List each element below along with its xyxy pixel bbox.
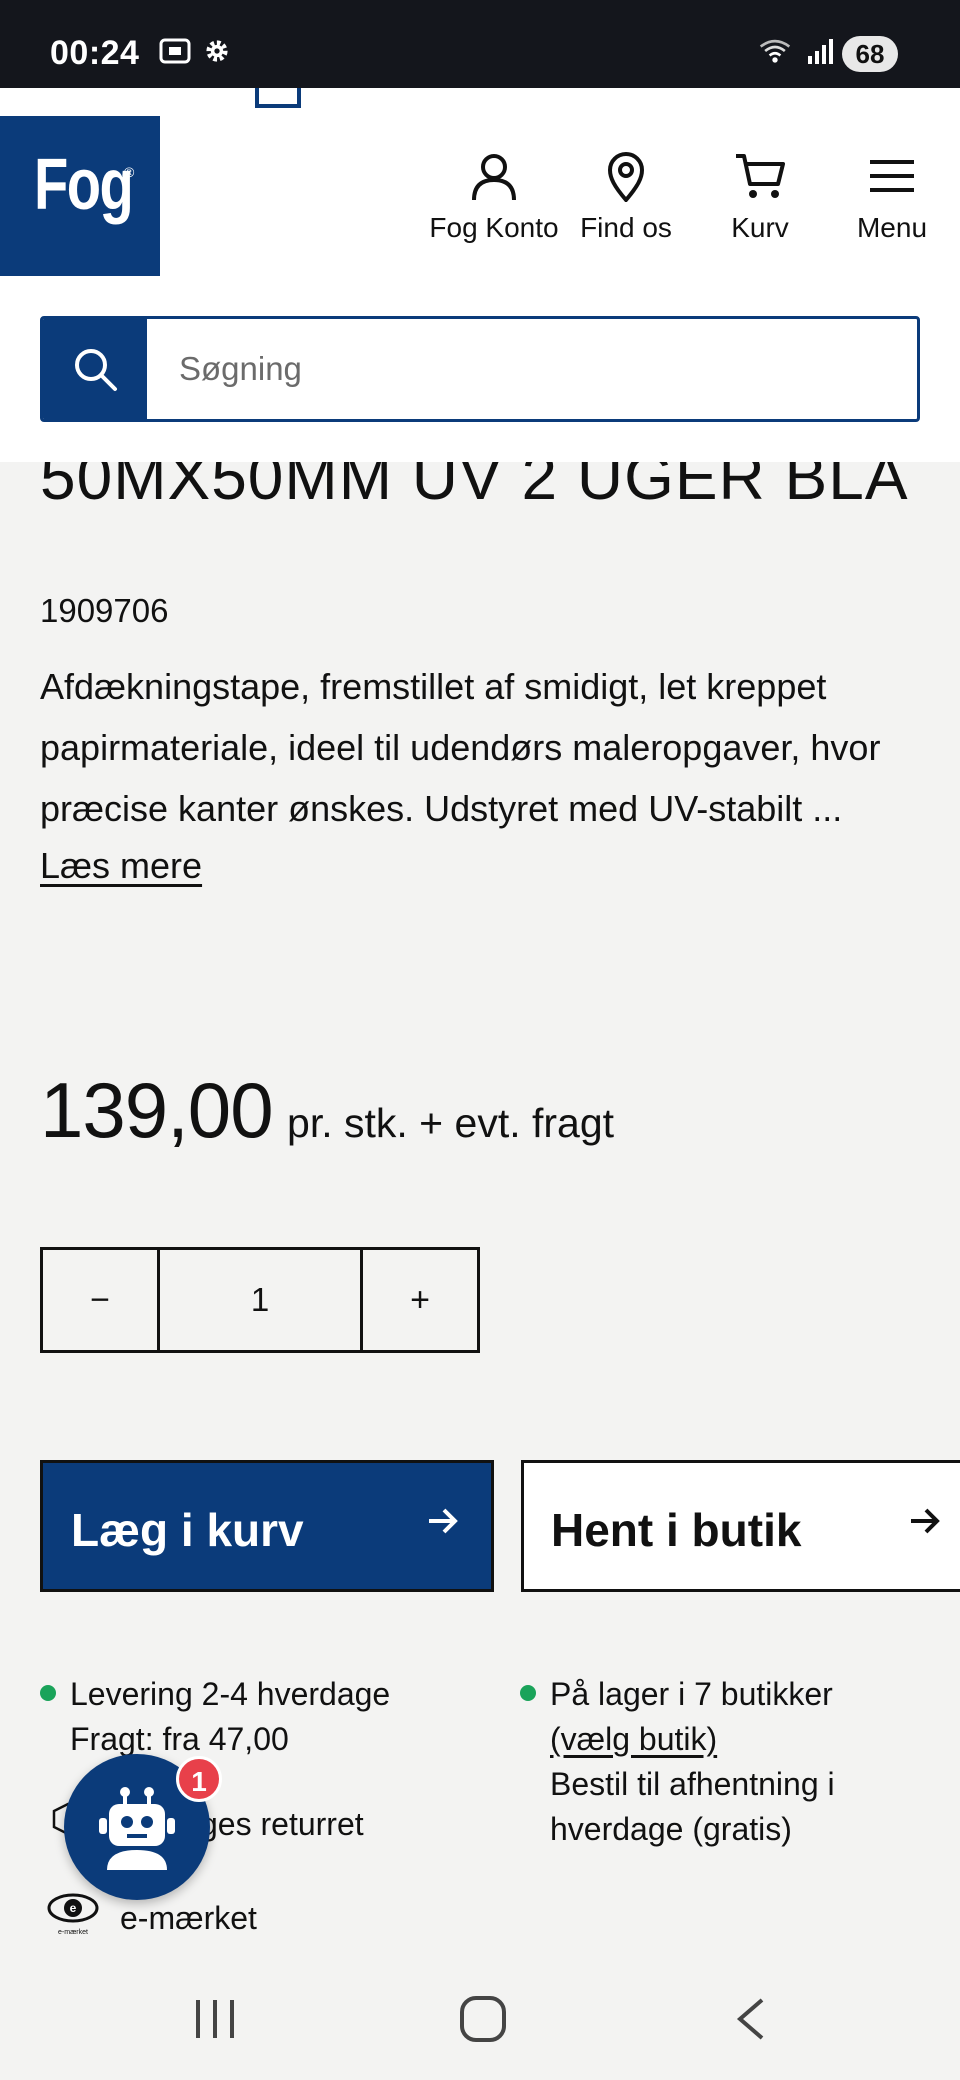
nav-label: Kurv [731,212,789,243]
search-bar [40,316,920,422]
price-block: 139,00 pr. stk. + evt. fragt [40,1065,614,1156]
price-amount: 139,00 [40,1066,274,1154]
stock-status-dot [520,1685,536,1701]
svg-text:e: e [70,1901,77,1915]
recent-apps-icon[interactable] [190,1996,240,2042]
logo-text: Fog [34,145,134,225]
search-button[interactable] [43,319,147,419]
screenshot-icon [159,38,191,64]
robot-icon [99,1787,175,1870]
product-sku: 1909706 [40,592,169,629]
nav-label: Find os [580,212,672,243]
back-icon[interactable] [732,1996,772,2042]
hamburger-menu-icon [870,160,914,192]
system-navigation-bar [0,1960,960,2080]
home-icon[interactable] [458,1994,508,2044]
store-info: På lager i 7 butikker (vælg butik) Besti… [550,1672,835,1852]
chatbot-notification-badge: 1 [176,1756,222,1802]
fog-logo[interactable]: Fog ® [0,116,160,276]
e-maerket-text: e-mærket [120,1900,257,1936]
delivery-status-dot [40,1685,56,1701]
scrolled-strip [0,88,960,118]
product-title: 50MX50MM UV 2 UGER BLÅ [40,462,909,513]
search-input[interactable] [147,319,917,419]
pickup-info: Bestil til afhentning i [550,1766,835,1802]
product-description: Afdækningstape, fremstillet af smidigt, … [40,666,881,829]
nav-fog-konto[interactable]: Fog Konto [424,150,564,244]
search-icon [75,349,117,391]
quantity-increase-button[interactable]: + [363,1250,477,1350]
battery-indicator: 68 [842,36,898,72]
add-to-cart-label: Læg i kurv [71,1504,304,1556]
site-header: Fog ® Fog Konto Find os Kurv Menu [0,116,960,462]
returns-info: ges returret [200,1806,364,1842]
add-to-cart-button[interactable]: Læg i kurv [40,1460,494,1592]
read-more-link[interactable]: Læs mere [40,845,202,887]
logo-mark: ® [124,164,135,180]
settings-icon [206,40,228,62]
nav-menu[interactable]: Menu [846,150,938,244]
arrow-right-icon [911,1508,940,1534]
pickup-info-2: hverdage (gratis) [550,1811,792,1847]
wifi-icon [759,39,791,63]
e-maerket-logo-text: e-mærket [58,1929,88,1936]
e-maerket-logo: e e-mærket [47,1893,99,1936]
quantity-stepper: − 1 + [40,1247,480,1353]
nav-kurv[interactable]: Kurv [714,150,806,244]
quantity-input[interactable]: 1 [157,1250,363,1350]
title-clip: 50MX50MM UV 2 UGER BLÅ [0,462,960,582]
user-icon [472,154,516,201]
status-time: 00:24 [50,34,140,72]
arrow-right-icon [429,1508,458,1534]
delivery-info: Levering 2-4 hverdage Fragt: fra 47,00 [70,1672,390,1762]
quantity-decrease-button[interactable]: − [43,1250,157,1350]
cart-icon [736,154,785,198]
choose-store-link[interactable]: (vælg butik) [550,1721,717,1757]
store-icon-partial [255,88,301,108]
price-unit: pr. stk. + evt. fragt [287,1100,615,1146]
nav-label: Menu [856,212,928,243]
stock-info: På lager i 7 butikker [550,1676,833,1712]
location-pin-icon [607,152,645,202]
pickup-in-store-label: Hent i butik [551,1504,802,1556]
pickup-in-store-button[interactable]: Hent i butik [521,1460,960,1592]
status-bar: 00:24 68 [0,0,960,88]
nav-label: Fog Konto [429,212,559,243]
nav-find-os[interactable]: Find os [574,150,678,244]
delivery-time: Levering 2-4 hverdage [70,1676,391,1712]
signal-icon [808,39,833,64]
